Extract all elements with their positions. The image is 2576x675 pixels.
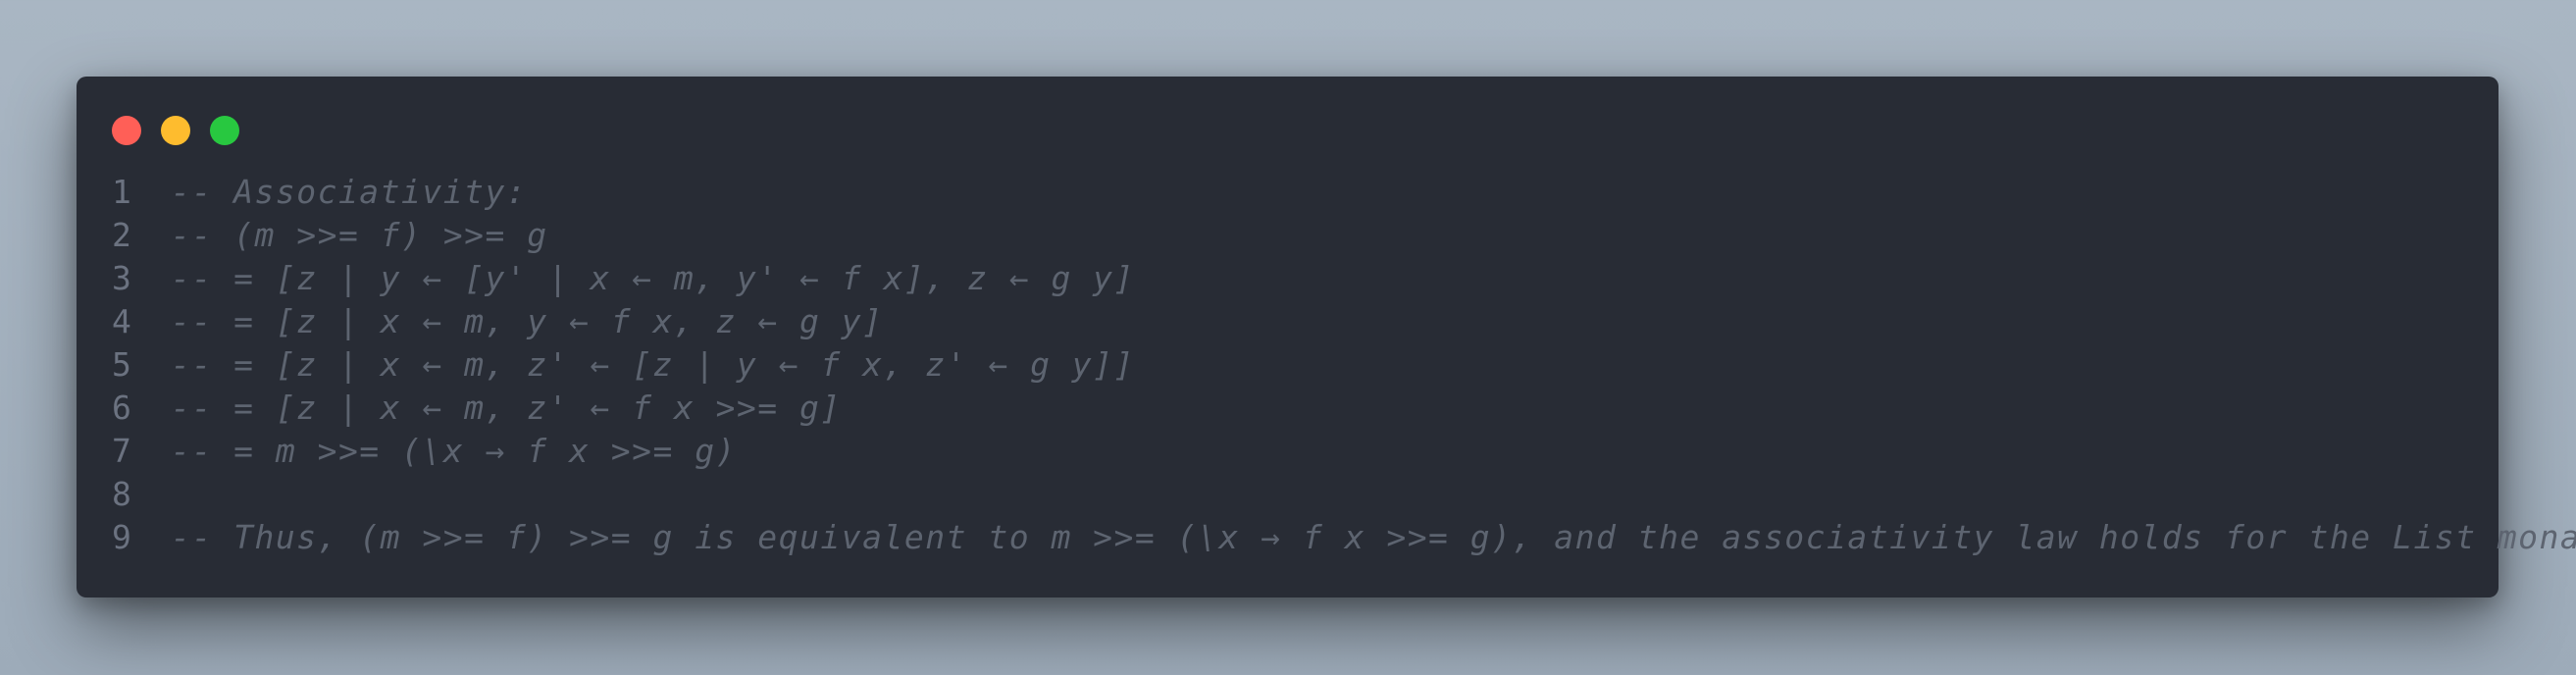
code-window: 1 -- Associativity: 2 -- (m >>= f) >>= g… <box>77 77 2576 597</box>
close-window-button[interactable] <box>112 116 141 145</box>
code-line: 8 <box>112 473 2469 516</box>
line-number: 4 <box>112 302 131 340</box>
line-number: 5 <box>112 345 131 384</box>
code-line: 3 -- = [z | y ← [y' | x ← m, y' ← f x], … <box>112 257 2469 300</box>
code-line: 9 -- Thus, (m >>= f) >>= g is equivalent… <box>112 516 2576 559</box>
code-text: -- = [z | x ← m, z' ← [z | y ← f x, z' ←… <box>171 345 1135 384</box>
maximize-window-button[interactable] <box>210 116 239 145</box>
code-text: -- = m >>= (\x → f x >>= g) <box>171 432 737 470</box>
code-line: 4 -- = [z | x ← m, y ← f x, z ← g y] <box>112 300 2469 343</box>
code-line: 1 -- Associativity: <box>112 171 2469 214</box>
code-text: -- = [z | y ← [y' | x ← m, y' ← f x], z … <box>171 259 1135 297</box>
code-text: -- = [z | x ← m, z' ← f x >>= g] <box>171 389 842 427</box>
line-number: 2 <box>112 216 131 254</box>
code-line: 5 -- = [z | x ← m, z' ← [z | y ← f x, z'… <box>112 343 2469 387</box>
code-text: -- (m >>= f) >>= g <box>171 216 548 254</box>
line-number: 1 <box>112 173 131 211</box>
code-block: 1 -- Associativity: 2 -- (m >>= f) >>= g… <box>112 171 2576 559</box>
line-number: 6 <box>112 389 131 427</box>
code-line: 7 -- = m >>= (\x → f x >>= g) <box>112 430 2469 473</box>
line-number: 3 <box>112 259 131 297</box>
code-text: -- Associativity: <box>171 173 528 211</box>
code-line: 2 -- (m >>= f) >>= g <box>112 214 2469 257</box>
line-number: 7 <box>112 432 131 470</box>
line-number: 9 <box>112 518 131 556</box>
code-text: -- Thus, (m >>= f) >>= g is equivalent t… <box>171 518 2576 556</box>
line-number: 8 <box>112 475 131 513</box>
code-text: -- = [z | x ← m, y ← f x, z ← g y] <box>171 302 884 340</box>
code-line: 6 -- = [z | x ← m, z' ← f x >>= g] <box>112 387 2469 430</box>
minimize-window-button[interactable] <box>161 116 190 145</box>
window-controls <box>112 116 239 145</box>
